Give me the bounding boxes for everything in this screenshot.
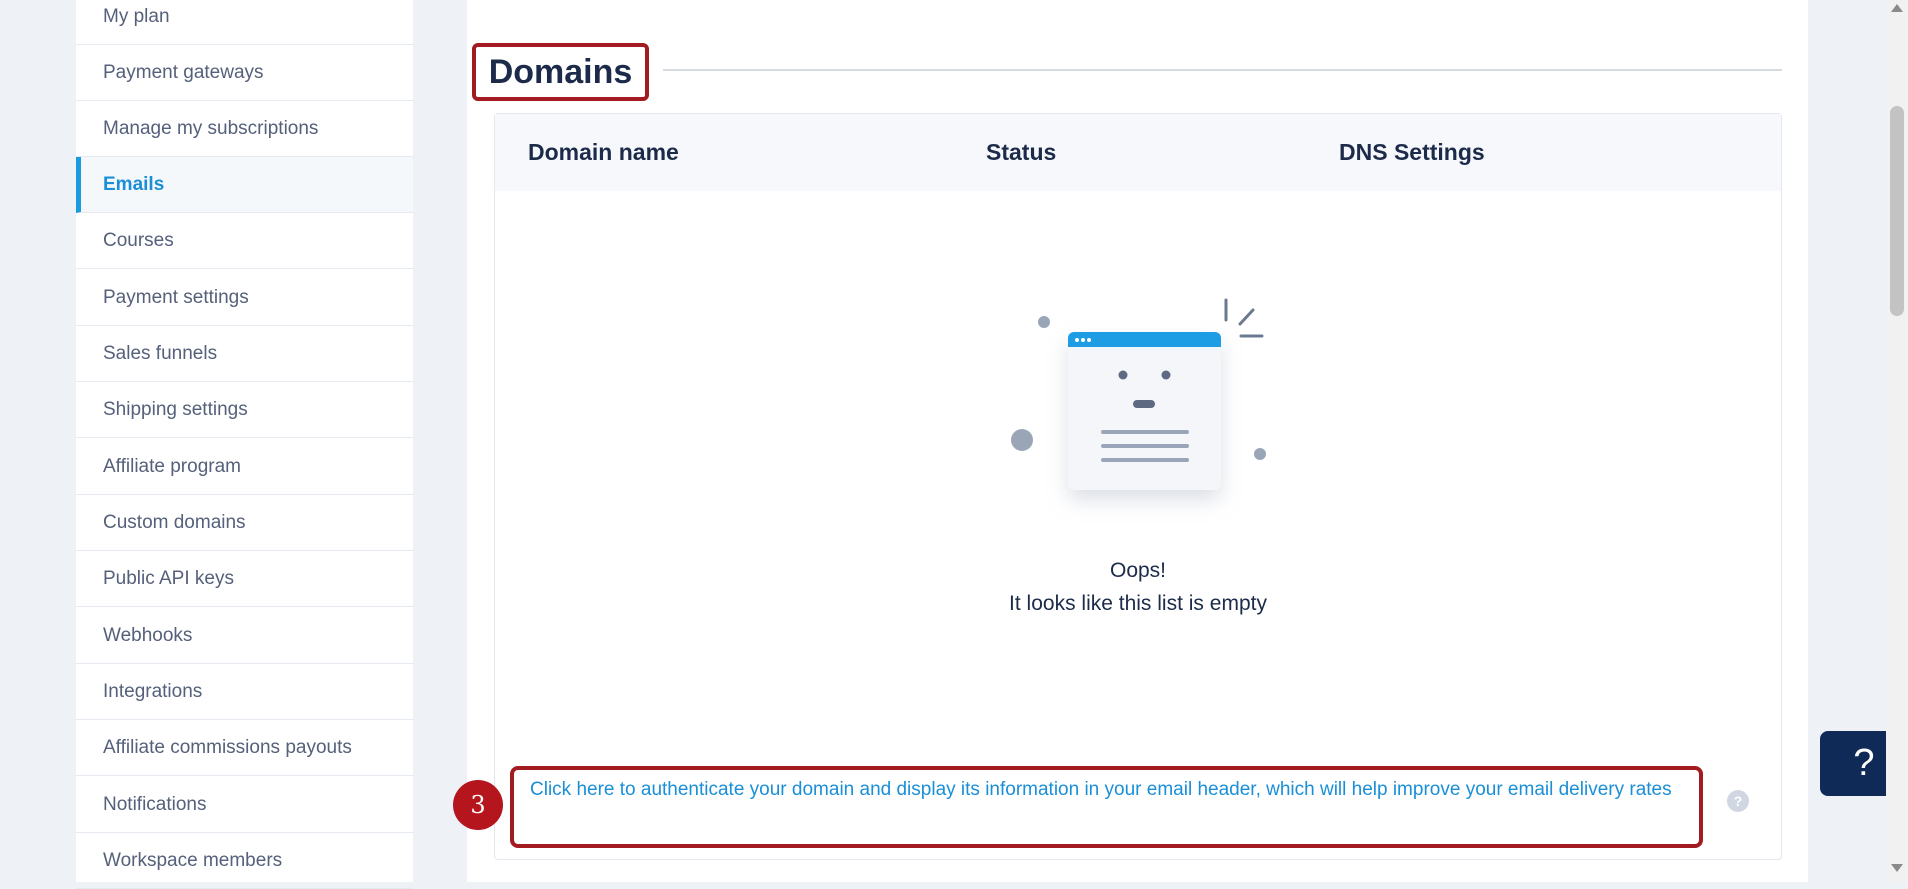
sidebar-item-affiliate-commissions-payouts[interactable]: Affiliate commissions payouts — [76, 720, 413, 776]
question-mark-icon: ? — [1853, 742, 1875, 784]
section-title: Domains — [488, 52, 633, 91]
scroll-down-arrow-icon[interactable] — [1891, 864, 1903, 872]
empty-state-message: Oops! It looks like this list is empty — [900, 554, 1376, 620]
section-title-highlight: Domains — [472, 43, 649, 101]
table-header: Domain name Status DNS Settings — [495, 114, 1781, 191]
sidebar-item-public-api-keys[interactable]: Public API keys — [76, 551, 413, 607]
scroll-up-arrow-icon[interactable] — [1891, 4, 1903, 12]
settings-sidebar: My plan Payment gateways Manage my subsc… — [76, 0, 413, 889]
auth-link-highlight: Click here to authenticate your domain a… — [510, 766, 1703, 848]
sidebar-item-emails[interactable]: Emails — [76, 157, 413, 213]
empty-list-illustration — [1011, 298, 1266, 490]
title-divider — [663, 69, 1782, 71]
column-header-domain-name[interactable]: Domain name — [528, 114, 679, 191]
sidebar-item-affiliate-program[interactable]: Affiliate program — [76, 439, 413, 495]
sidebar-item-shipping-settings[interactable]: Shipping settings — [76, 382, 413, 438]
authenticate-domain-link[interactable]: Click here to authenticate your domain a… — [530, 776, 1685, 803]
sidebar-item-notifications[interactable]: Notifications — [76, 777, 413, 833]
sidebar-item-my-plan[interactable]: My plan — [76, 0, 413, 45]
empty-state-title: Oops! — [1109, 559, 1167, 582]
sidebar-item-courses[interactable]: Courses — [76, 213, 413, 269]
column-header-status[interactable]: Status — [986, 114, 1056, 191]
decor-dot — [1038, 316, 1050, 328]
column-header-dns-settings[interactable]: DNS Settings — [1339, 114, 1485, 191]
empty-state-subtitle: It looks like this list is empty — [1009, 592, 1267, 615]
sidebar-item-workspace-members[interactable]: Workspace members — [76, 833, 413, 889]
step-number-badge: 3 — [453, 780, 503, 830]
sidebar-item-payment-gateways[interactable]: Payment gateways — [76, 45, 413, 101]
question-mark-icon[interactable]: ? — [1727, 790, 1749, 812]
sidebar-item-sales-funnels[interactable]: Sales funnels — [76, 326, 413, 382]
sidebar-item-manage-subscriptions[interactable]: Manage my subscriptions — [76, 101, 413, 157]
sidebar-item-integrations[interactable]: Integrations — [76, 664, 413, 720]
scrollbar-thumb[interactable] — [1890, 106, 1904, 316]
sidebar-item-webhooks[interactable]: Webhooks — [76, 608, 413, 664]
sidebar-item-payment-settings[interactable]: Payment settings — [76, 270, 413, 326]
decor-dot — [1254, 448, 1266, 460]
decor-dot — [1011, 429, 1033, 451]
sidebar-item-custom-domains[interactable]: Custom domains — [76, 495, 413, 551]
